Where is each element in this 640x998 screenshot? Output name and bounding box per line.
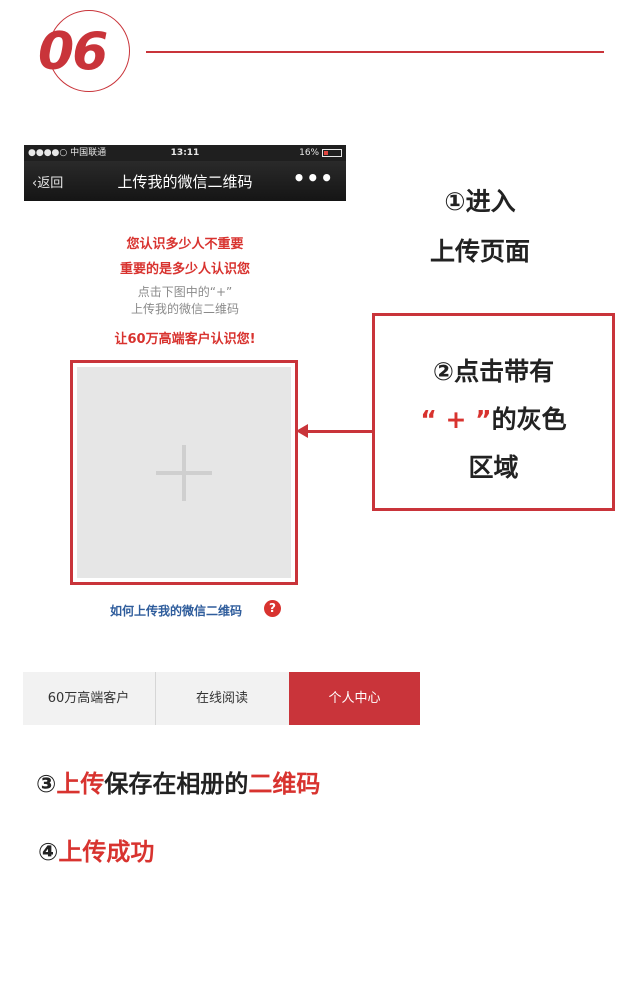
step-4-label: ④上传成功 <box>38 832 154 867</box>
plus-icon <box>156 444 212 501</box>
intro-line-2: 重要的是多少人认识您 <box>119 262 250 277</box>
tab-bar: 60万高端客户 在线阅读 个人中心 <box>23 672 420 725</box>
step-number: 06 <box>38 22 108 82</box>
pointer-arrow-line <box>307 430 373 433</box>
intro-line-1: 您认识多少人不重要 <box>126 237 244 252</box>
step-2-line-1: ②点击带有 <box>432 357 555 386</box>
battery-indicator: 16% <box>299 145 342 161</box>
step-2-line-2-rest: 的灰色 <box>491 405 567 434</box>
status-time: 13:11 <box>170 148 200 158</box>
step-1-label: ①进入 上传页面 <box>405 182 555 268</box>
instruction-line-2: 上传我的微信二维码 <box>130 302 239 316</box>
instruction-line-1: 点击下图中的“+” <box>137 285 233 299</box>
upload-highlight-frame <box>70 360 298 585</box>
more-icon[interactable]: ••• <box>293 166 334 190</box>
header-divider <box>146 51 604 53</box>
help-icon[interactable]: ? <box>264 600 281 617</box>
step-1-line-2: 上传页面 <box>429 237 530 266</box>
step-3-middle: 保存在相册的 <box>104 770 249 798</box>
step-3-qrcode: 二维码 <box>248 770 321 798</box>
tab-customers[interactable]: 60万高端客户 <box>23 672 154 725</box>
battery-icon <box>322 148 342 157</box>
nav-bar: ‹返回 上传我的微信二维码 ••• <box>24 161 346 201</box>
step-2-line-2: “ + ”的灰色 <box>375 400 612 436</box>
step-4-success: 上传成功 <box>58 838 155 866</box>
plus-quote: “ + ” <box>420 405 492 434</box>
step-4-number: ④ <box>38 838 59 866</box>
step-2-callout: ②点击带有 “ + ”的灰色 区域 <box>372 313 615 511</box>
step-3-upload: 上传 <box>56 770 105 798</box>
arrow-left-icon <box>296 424 308 438</box>
step-1-line-1: ①进入 <box>444 187 516 216</box>
step-3-label: ③上传保存在相册的二维码 <box>36 764 320 799</box>
phone-screenshot: ●●●●○ 中国联通 13:11 16% ‹返回 上传我的微信二维码 ••• 您… <box>24 145 346 620</box>
step-3-number: ③ <box>36 770 57 798</box>
status-bar: ●●●●○ 中国联通 13:11 16% <box>24 145 346 161</box>
battery-percent: 16% <box>299 148 320 158</box>
step-2-line-3: 区域 <box>468 453 519 482</box>
tab-personal-center[interactable]: 个人中心 <box>289 672 420 725</box>
tab-online-reading[interactable]: 在线阅读 <box>155 672 288 725</box>
qr-upload-area[interactable] <box>77 367 291 578</box>
cta-line: 让60万高端客户认识您! <box>114 332 256 347</box>
help-link[interactable]: 如何上传我的微信二维码 <box>110 602 242 619</box>
